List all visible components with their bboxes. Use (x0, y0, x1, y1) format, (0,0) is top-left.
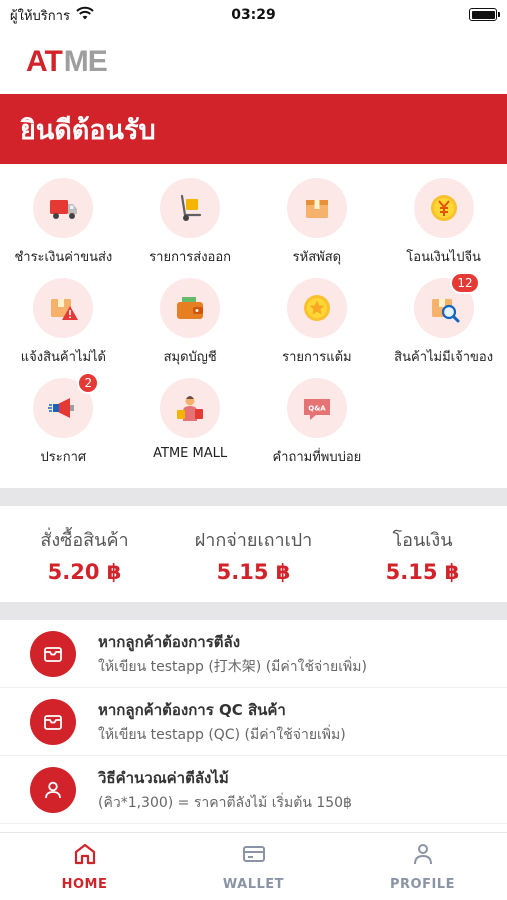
menu-item-atme-mall[interactable]: ATME MALL (127, 378, 254, 472)
profile-icon (410, 841, 436, 871)
search-box-icon: 12 (413, 272, 480, 338)
menu-item-transfer-china[interactable]: โอนเงินไปจีน (380, 178, 507, 272)
svg-text:Q&A: Q&A (308, 405, 326, 413)
section-divider (0, 602, 507, 620)
notification-badge: 12 (450, 272, 480, 294)
menu-item-shipping-payment[interactable]: ชำระเงินค่าขนส่ง (0, 178, 127, 272)
yuan-coin-icon (413, 178, 474, 238)
hand-truck-icon (160, 178, 221, 238)
logo-text-at: AT (26, 45, 63, 78)
notice-title: วิธีคำนวณค่าตีลังไม้ (98, 768, 229, 787)
menu-item-points[interactable]: รายการแต้ม (254, 278, 381, 372)
menu-label: ประกาศ (40, 450, 87, 465)
tab-label: WALLET (222, 877, 285, 892)
notice-title: หากลูกค้าต้องการ QC สินค้า (98, 700, 286, 719)
rate-order: สั่งซื้อสินค้า 5.20 ฿ (0, 506, 169, 602)
star-coin-icon (286, 278, 347, 338)
truck-icon (33, 178, 94, 238)
menu-label: สมุดบัญชี (163, 350, 217, 365)
person-icon (30, 766, 76, 813)
box-icon (30, 698, 76, 745)
notice-item[interactable]: หากลูกค้าต้องการ QC สินค้า ให้เขียน test… (0, 688, 507, 756)
wallet-icon (160, 278, 221, 338)
tab-profile[interactable]: PROFILE (338, 833, 507, 900)
menu-label: รายการแต้ม (282, 350, 352, 365)
menu-item-announcement[interactable]: 2 ประกาศ (0, 372, 127, 472)
rate-label: โอนเงิน (392, 529, 453, 551)
atme-logo: AT ME (26, 45, 108, 79)
menu-item-faq[interactable]: Q&A คำถามที่พบบ่อย (254, 378, 381, 472)
notice-item[interactable]: วิธีคำนวณค่าตีลังไม้ (คิว*1,300) = ราคาต… (0, 756, 507, 824)
menu-item-unclaimed-goods[interactable]: 12 สินค้าไม่มีเจ้าของ (380, 272, 507, 372)
menu-label: โอนเงินไปจีน (406, 250, 481, 265)
exchange-rates: สั่งซื้อสินค้า 5.20 ฿ ฝากจ่ายเถาเปา 5.15… (0, 506, 507, 602)
app-logo-row: AT ME (0, 30, 507, 94)
carrier-label: ผู้ให้บริการ (10, 8, 70, 24)
rate-label: สั่งซื้อสินค้า (40, 529, 129, 551)
rate-taobao-payment: ฝากจ่ายเถาเปา 5.15 ฿ (169, 506, 338, 602)
menu-item-account-book[interactable]: สมุดบัญชี (127, 278, 254, 372)
notice-subtitle: (คิว*1,300) = ราคาตีลังไม้ เริ่มต้น 150฿ (98, 794, 352, 811)
warning-box-icon (33, 278, 94, 338)
rate-value: 5.15 ฿ (385, 559, 460, 584)
rate-value: 5.20 ฿ (47, 559, 122, 584)
home-icon (72, 841, 98, 871)
rate-label: ฝากจ่ายเถาเปา (194, 529, 313, 551)
tab-wallet[interactable]: WALLET (169, 833, 338, 900)
menu-label: คำถามที่พบบ่อย (272, 450, 362, 465)
rate-value: 5.15 ฿ (216, 559, 291, 584)
parcel-box-icon (286, 178, 347, 238)
menu-label: แจ้งสินค้าไม่ได้ (20, 350, 106, 365)
menu-label: ATME MALL (153, 446, 228, 461)
wifi-icon (76, 6, 94, 24)
menu-label: รายการส่งออก (149, 250, 232, 265)
menu-label: สินค้าไม่มีเจ้าของ (394, 350, 494, 365)
qa-bubble-icon: Q&A (286, 378, 347, 438)
menu-item-report-missing[interactable]: แจ้งสินค้าไม่ได้ (0, 278, 127, 372)
menu-label: ชำระเงินค่าขนส่ง (14, 250, 113, 265)
status-bar: ผู้ให้บริการ 03:29 (0, 0, 507, 30)
bottom-tab-bar: HOME WALLET PROFILE (0, 832, 507, 900)
menu-item-parcel-code[interactable]: รหัสพัสดุ (254, 178, 381, 272)
notice-item[interactable]: หากลูกค้าต้องการตีลัง ให้เขียน testapp (… (0, 620, 507, 688)
notice-subtitle: ให้เขียน testapp (QC) (มีค่าใช้จ่ายเพิ่ม… (98, 726, 346, 743)
welcome-banner: ยินดีต้อนรับ (0, 94, 507, 164)
tab-label: HOME (61, 877, 108, 892)
box-icon (30, 630, 76, 677)
menu-item-export-list[interactable]: รายการส่งออก (127, 178, 254, 272)
wallet-card-icon (241, 841, 267, 871)
notice-subtitle: ให้เขียน testapp (打木架) (มีค่าใช้จ่ายเพิ่… (98, 658, 367, 675)
notification-badge: 2 (77, 372, 100, 394)
menu-grid: ชำระเงินค่าขนส่ง รายการส่งออก รหัสพัสดุ … (0, 178, 507, 472)
section-divider (0, 488, 507, 506)
logo-text-me: ME (63, 45, 108, 78)
welcome-title: ยินดีต้อนรับ (20, 114, 156, 146)
rate-transfer: โอนเงิน 5.15 ฿ (338, 506, 507, 602)
notice-list: หากลูกค้าต้องการตีลัง ให้เขียน testapp (… (0, 620, 507, 824)
menu-label: รหัสพัสดุ (292, 250, 342, 265)
notice-title: หากลูกค้าต้องการตีลัง (98, 632, 241, 651)
tab-home[interactable]: HOME (0, 833, 169, 900)
tab-label: PROFILE (390, 877, 455, 892)
battery-icon (469, 8, 500, 21)
shopper-icon (160, 378, 221, 438)
megaphone-icon: 2 (33, 372, 100, 438)
